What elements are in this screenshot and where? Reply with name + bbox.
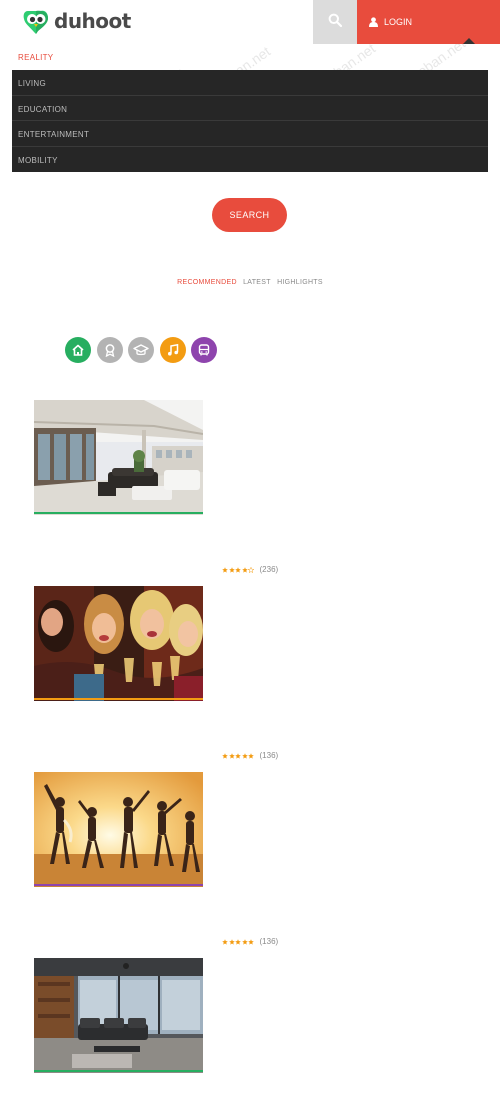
user-icon xyxy=(369,17,378,27)
owl-logo-icon xyxy=(22,7,50,35)
music-icon[interactable] xyxy=(159,337,186,363)
star-rating-5 xyxy=(222,938,255,945)
nav-item-education[interactable]: EDUCATION xyxy=(12,96,488,121)
nav-item-living[interactable]: LIVING xyxy=(12,70,488,96)
listing-accent-bar xyxy=(34,884,203,886)
bus-icon[interactable] xyxy=(191,337,217,363)
nav-item-entertainment[interactable]: ENTERTAINMENT xyxy=(12,121,488,147)
listing-accent-bar xyxy=(34,1070,203,1072)
nav-menu: LIVING EDUCATION ENTERTAINMENT MOBILITY xyxy=(12,70,488,172)
listing-rating: (136) xyxy=(222,751,278,760)
tab-recommended[interactable]: RECOMMENDED xyxy=(177,279,237,286)
listing-image-apartment[interactable] xyxy=(34,400,203,515)
listing-image-beach[interactable] xyxy=(34,772,203,887)
listing-rating: (236) xyxy=(222,565,278,574)
listing-accent-bar xyxy=(34,512,203,514)
review-count: (236) xyxy=(259,565,279,574)
brand-name: duhoot xyxy=(54,9,131,33)
tab-highlights[interactable]: HIGHLIGHTS xyxy=(277,279,323,286)
listing-rating: (136) xyxy=(222,937,278,946)
brand-logo[interactable]: duhoot xyxy=(22,7,131,35)
listing-tabs: RECOMMENDED LATEST HIGHLIGHTS xyxy=(0,279,500,286)
star-rating-5 xyxy=(222,752,255,759)
listing-image-party[interactable] xyxy=(34,586,203,701)
login-label: LOGIN xyxy=(384,17,413,27)
listing-accent-bar xyxy=(34,698,203,700)
review-count: (136) xyxy=(259,751,279,760)
star-rating-4 xyxy=(222,566,255,573)
search-toggle-button[interactable] xyxy=(313,0,357,44)
search-icon xyxy=(328,13,343,32)
nav-item-mobility[interactable]: MOBILITY xyxy=(12,147,488,173)
review-count: (136) xyxy=(259,937,279,946)
listing-image-living-room[interactable] xyxy=(34,958,203,1073)
nav-item-active[interactable]: REALITY xyxy=(18,53,53,62)
login-button[interactable]: LOGIN xyxy=(357,0,500,44)
graduation-cap-icon[interactable] xyxy=(128,337,154,363)
search-button[interactable]: SEARCH xyxy=(212,198,287,232)
dropdown-caret-icon xyxy=(463,38,475,44)
home-icon[interactable] xyxy=(65,337,91,363)
tab-latest[interactable]: LATEST xyxy=(243,279,271,286)
award-icon[interactable] xyxy=(96,337,123,363)
category-filter xyxy=(65,337,217,363)
